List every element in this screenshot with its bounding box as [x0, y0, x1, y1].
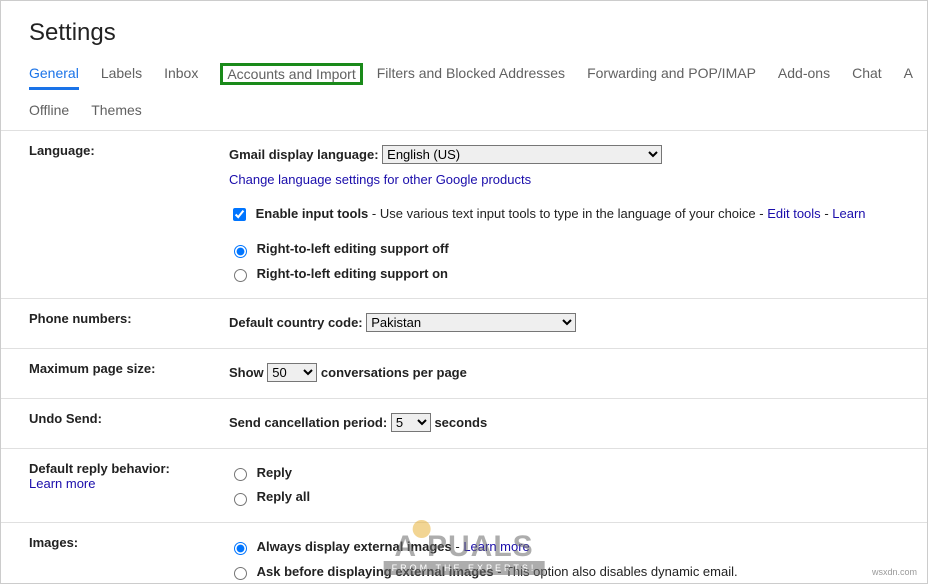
display-language-label: Gmail display language:	[229, 147, 382, 162]
enable-input-tools-checkbox[interactable]	[233, 208, 246, 221]
rtl-on-label: Right-to-left editing support on	[257, 266, 448, 281]
cancel-period-select[interactable]: 5	[391, 413, 431, 432]
default-country-code-label: Default country code:	[229, 315, 366, 330]
rtl-off-radio[interactable]	[234, 245, 247, 258]
tabs-row-2: Offline Themes	[1, 90, 927, 131]
tab-accounts-and-import[interactable]: Accounts and Import	[220, 63, 362, 85]
tabs-row-1: General Labels Inbox Accounts and Import…	[1, 47, 927, 90]
rtl-on-radio[interactable]	[234, 269, 247, 282]
label-default-reply: Default reply behavior: Learn more	[29, 461, 229, 491]
ask-before-images-radio[interactable]	[234, 567, 247, 580]
display-language-select[interactable]: English (US)	[382, 145, 662, 164]
tab-themes[interactable]: Themes	[91, 102, 142, 118]
change-language-link[interactable]: Change language settings for other Googl…	[229, 172, 531, 187]
tab-chat[interactable]: Chat	[852, 65, 882, 87]
section-undo-send: Undo Send: Send cancellation period: 5 s…	[1, 399, 927, 449]
section-default-reply: Default reply behavior: Learn more Reply…	[1, 449, 927, 523]
label-language: Language:	[29, 143, 229, 158]
label-undo-send: Undo Send:	[29, 411, 229, 426]
conversations-per-page-label: conversations per page	[321, 365, 467, 380]
label-phone: Phone numbers:	[29, 311, 229, 326]
enable-input-tools-desc: - Use various text input tools to type i…	[372, 206, 767, 221]
label-page-size: Maximum page size:	[29, 361, 229, 376]
section-page-size: Maximum page size: Show 50 conversations…	[1, 349, 927, 399]
tab-inbox[interactable]: Inbox	[164, 65, 198, 87]
section-language: Language: Gmail display language: Englis…	[1, 131, 927, 299]
cancel-period-label: Send cancellation period:	[229, 415, 391, 430]
seconds-label: seconds	[434, 415, 487, 430]
reply-radio[interactable]	[234, 468, 247, 481]
reply-label: Reply	[257, 465, 292, 480]
learn-more-reply[interactable]: Learn more	[29, 476, 229, 491]
tab-offline[interactable]: Offline	[29, 102, 69, 118]
label-images: Images:	[29, 535, 229, 550]
edit-tools-link[interactable]: Edit tools	[767, 206, 820, 221]
default-country-code-select[interactable]: Pakistan	[366, 313, 576, 332]
always-display-images-radio[interactable]	[234, 542, 247, 555]
tab-labels[interactable]: Labels	[101, 65, 142, 87]
tab-filters[interactable]: Filters and Blocked Addresses	[377, 65, 565, 87]
page-size-select[interactable]: 50	[267, 363, 317, 382]
rtl-off-label: Right-to-left editing support off	[257, 241, 449, 256]
watermark-logo: APUALS FROM THE EXPERTS!	[384, 535, 545, 575]
tab-addons[interactable]: Add-ons	[778, 65, 830, 87]
tab-forwarding[interactable]: Forwarding and POP/IMAP	[587, 65, 756, 87]
enable-input-tools-label: Enable input tools	[256, 206, 369, 221]
section-phone-numbers: Phone numbers: Default country code: Pak…	[1, 299, 927, 349]
tab-more[interactable]: A	[904, 65, 913, 87]
show-label: Show	[229, 365, 267, 380]
tab-general[interactable]: General	[29, 65, 79, 90]
watermark-text: wsxdn.com	[872, 567, 917, 577]
learn-link-input-tools[interactable]: Learn	[832, 206, 865, 221]
reply-all-label: Reply all	[257, 489, 310, 504]
page-title: Settings	[1, 1, 927, 47]
settings-content: Language: Gmail display language: Englis…	[1, 131, 927, 584]
reply-all-radio[interactable]	[234, 493, 247, 506]
